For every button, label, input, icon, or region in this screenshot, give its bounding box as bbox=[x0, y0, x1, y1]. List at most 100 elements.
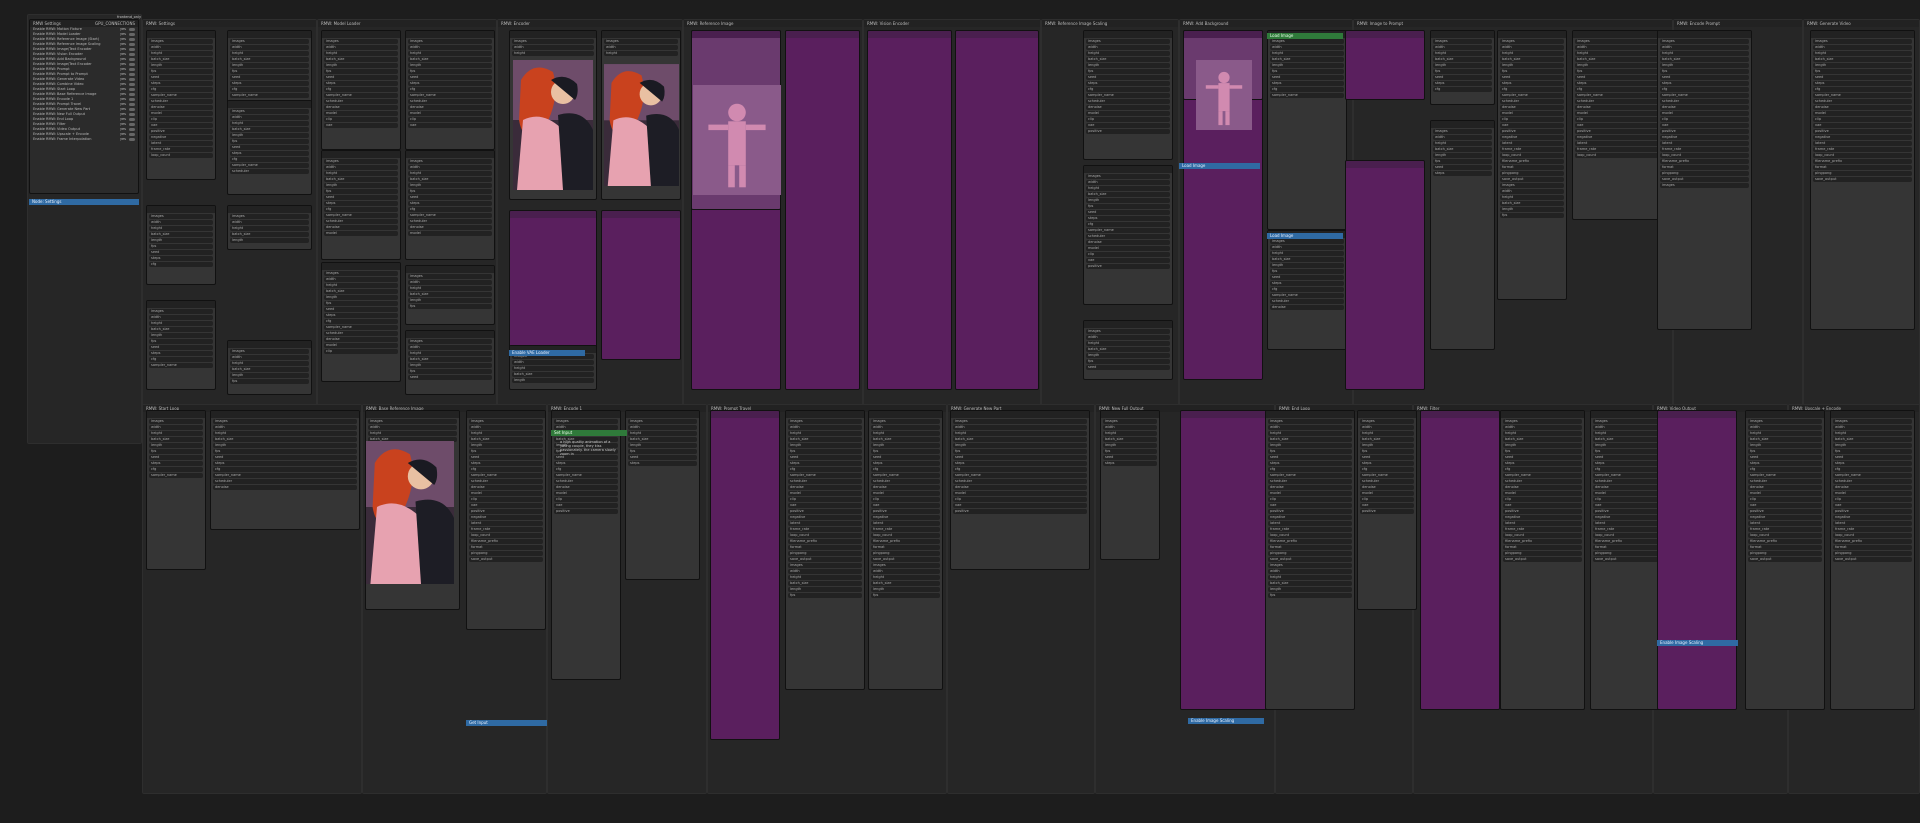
node-widget[interactable]: vae bbox=[953, 503, 1087, 508]
node-widget[interactable]: height bbox=[149, 51, 213, 56]
node-widget[interactable]: cfg bbox=[1813, 87, 1912, 92]
graph-node[interactable]: imageswidthheightbatch_sizelengthfpsseed… bbox=[405, 30, 495, 150]
node-widget[interactable]: save_output bbox=[1660, 177, 1749, 182]
node-widget[interactable]: width bbox=[788, 569, 862, 574]
node-widget[interactable]: fps bbox=[1433, 159, 1492, 164]
node-widget[interactable]: denoise bbox=[953, 485, 1087, 490]
node-widget[interactable]: cfg bbox=[230, 157, 309, 162]
graph-node[interactable]: imageswidthheightbatch_sizelengthfpsseed… bbox=[146, 30, 216, 180]
node-widget[interactable]: cfg bbox=[1748, 467, 1822, 472]
node-widget[interactable]: length bbox=[324, 295, 398, 300]
node-widget[interactable]: images bbox=[953, 419, 1087, 424]
node-widget[interactable]: length bbox=[1086, 63, 1170, 68]
node-widget[interactable]: fps bbox=[149, 244, 213, 249]
node-widget[interactable]: frame_rate bbox=[1500, 147, 1564, 152]
node-widget[interactable]: height bbox=[408, 51, 492, 56]
node-widget[interactable]: batch_size bbox=[149, 327, 213, 332]
node-widget[interactable]: width bbox=[230, 220, 309, 225]
node-widget[interactable]: sampler_name bbox=[324, 93, 398, 98]
node-widget[interactable]: frame_rate bbox=[1575, 147, 1659, 152]
node-widget[interactable]: images bbox=[1360, 419, 1414, 424]
node-widget[interactable]: pingpong bbox=[1268, 551, 1352, 556]
node-widget[interactable]: batch_size bbox=[1268, 581, 1352, 586]
node-widget[interactable]: clip bbox=[871, 497, 940, 502]
node-widget[interactable]: height bbox=[408, 351, 492, 356]
settings-toggle-item[interactable]: Enable RMW: Frame Interpolation yes bbox=[30, 137, 138, 142]
node-widget[interactable]: height bbox=[1103, 431, 1157, 436]
node-widget[interactable]: sampler_name bbox=[788, 473, 862, 478]
node-widget[interactable]: pingpong bbox=[788, 551, 862, 556]
node-widget[interactable]: fps bbox=[1503, 449, 1582, 454]
graph-node[interactable]: imageswidthheightbatch_sizelengthfpsseed… bbox=[868, 410, 943, 690]
node-widget[interactable]: steps bbox=[1270, 81, 1344, 86]
node-widget[interactable]: sampler_name bbox=[149, 363, 213, 368]
node-widget[interactable]: height bbox=[1813, 51, 1912, 56]
node-widget[interactable]: fps bbox=[469, 449, 543, 454]
graph-node[interactable] bbox=[1345, 30, 1425, 100]
node-widget[interactable]: vae bbox=[1660, 123, 1749, 128]
node-widget[interactable]: denoise bbox=[788, 485, 862, 490]
node-widget[interactable]: positive bbox=[1813, 129, 1912, 134]
node-widget[interactable]: clip bbox=[1086, 117, 1170, 122]
node-widget[interactable]: sampler_name bbox=[1833, 473, 1912, 478]
node-widget[interactable]: width bbox=[512, 45, 594, 50]
graph-node[interactable]: imageswidthheightbatch_sizelengthfpsseed… bbox=[1497, 30, 1567, 300]
node-widget[interactable]: fps bbox=[1813, 69, 1912, 74]
node-widget[interactable]: images bbox=[1660, 39, 1749, 44]
node-widget[interactable]: vae bbox=[788, 503, 862, 508]
node-widget[interactable]: fps bbox=[1268, 593, 1352, 598]
node-widget[interactable]: length bbox=[149, 443, 203, 448]
node-widget[interactable]: height bbox=[1086, 341, 1170, 346]
toggle-switch[interactable] bbox=[129, 97, 135, 101]
node-widget[interactable]: denoise bbox=[324, 225, 398, 230]
node-widget[interactable]: vae bbox=[554, 503, 618, 508]
node-widget[interactable]: scheduler bbox=[554, 479, 618, 484]
node-widget[interactable]: length bbox=[213, 443, 357, 448]
node-widget[interactable]: seed bbox=[1270, 75, 1344, 80]
toggle-switch[interactable] bbox=[129, 127, 135, 131]
node-widget[interactable]: steps bbox=[1813, 81, 1912, 86]
node-widget[interactable]: fps bbox=[628, 449, 697, 454]
node-widget[interactable]: batch_size bbox=[324, 177, 398, 182]
node-widget[interactable]: filename_prefix bbox=[1268, 539, 1352, 544]
node-widget[interactable]: images bbox=[1500, 183, 1564, 188]
node-widget[interactable]: scheduler bbox=[1748, 479, 1822, 484]
node-widget[interactable]: steps bbox=[1433, 81, 1492, 86]
node-widget[interactable]: steps bbox=[469, 461, 543, 466]
node-widget[interactable]: height bbox=[408, 171, 492, 176]
node-widget[interactable]: images bbox=[408, 159, 492, 164]
node-widget[interactable]: loop_count bbox=[1660, 153, 1749, 158]
node-widget[interactable]: images bbox=[788, 563, 862, 568]
node-widget[interactable]: width bbox=[871, 425, 940, 430]
node-widget[interactable]: fps bbox=[408, 69, 492, 74]
node-widget[interactable]: sampler_name bbox=[1270, 293, 1344, 298]
blue-action-button[interactable]: Enable Image Scaling bbox=[1657, 640, 1738, 646]
graph-node[interactable]: imageswidthheightbatch_sizelengthfpsseed… bbox=[146, 410, 206, 570]
node-widget[interactable]: filename_prefix bbox=[871, 539, 940, 544]
graph-node[interactable]: imageswidthheightbatch_sizelengthfpsseed… bbox=[1745, 410, 1825, 710]
node-widget[interactable]: images bbox=[230, 39, 309, 44]
node-widget[interactable]: images bbox=[871, 563, 940, 568]
node-widget[interactable]: length bbox=[408, 298, 492, 303]
node-widget[interactable]: height bbox=[871, 575, 940, 580]
node-widget[interactable]: steps bbox=[324, 313, 398, 318]
node-widget[interactable]: images bbox=[230, 109, 309, 114]
node-widget[interactable]: fps bbox=[1270, 269, 1344, 274]
node-widget[interactable]: fps bbox=[324, 69, 398, 74]
node-widget[interactable]: height bbox=[1268, 431, 1352, 436]
node-widget[interactable]: scheduler bbox=[408, 99, 492, 104]
node-widget[interactable]: scheduler bbox=[1268, 479, 1352, 484]
node-widget[interactable]: batch_size bbox=[1433, 147, 1492, 152]
node-widget[interactable]: fps bbox=[953, 449, 1087, 454]
node-widget[interactable]: fps bbox=[1086, 204, 1170, 209]
node-widget[interactable]: length bbox=[1500, 207, 1564, 212]
node-widget[interactable]: length bbox=[1833, 443, 1912, 448]
node-widget[interactable]: images bbox=[871, 419, 940, 424]
node-widget[interactable]: width bbox=[1503, 425, 1582, 430]
node-widget[interactable]: save_output bbox=[1748, 557, 1822, 562]
node-widget[interactable]: steps bbox=[1268, 461, 1352, 466]
node-widget[interactable]: height bbox=[1270, 51, 1344, 56]
node-widget[interactable]: steps bbox=[1660, 81, 1749, 86]
node-widget[interactable]: fps bbox=[324, 189, 398, 194]
node-widget[interactable]: width bbox=[1575, 45, 1659, 50]
